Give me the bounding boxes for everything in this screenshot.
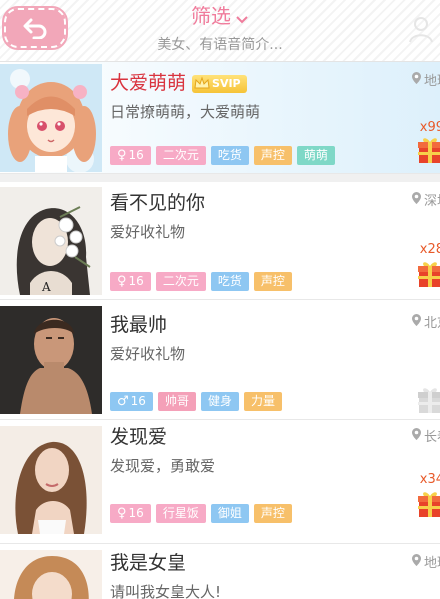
list-item[interactable]: 大爱萌萌SVIP 日常撩萌萌，大爱萌萌 ♀16 二次元 吃货 声控 萌萌 地球 … xyxy=(0,62,440,174)
interest-tag: 帅哥 xyxy=(157,392,196,411)
interest-tag: 力量 xyxy=(243,392,282,411)
user-name: 看不见的你 xyxy=(110,192,206,214)
gender-age-tag: ♀ 16 xyxy=(110,146,151,165)
filter-summary: 美女、有语音简介... xyxy=(157,36,283,53)
tag-row: ♀ 16 二次元 吃货 声控 xyxy=(110,272,292,291)
avatar[interactable] xyxy=(0,550,102,599)
interest-tag: 吃货 xyxy=(210,146,249,165)
location: 长春 xyxy=(411,426,440,445)
age-label: 16 xyxy=(128,506,144,520)
interest-tag: 声控 xyxy=(253,504,292,523)
location-text: 深圳 xyxy=(423,194,440,209)
location: 地球 xyxy=(411,552,440,571)
age-label: 16 xyxy=(130,394,146,408)
page-title: 筛选 xyxy=(110,3,330,31)
avatar[interactable] xyxy=(0,64,102,172)
location: 深圳 xyxy=(411,190,440,209)
female-icon: ♀ xyxy=(117,148,127,163)
gender-age-tag: ♀ 16 xyxy=(110,504,151,523)
list-item[interactable]: 我最帅 爱好收礼物 ♂16 帅哥 健身 力量 北京 xyxy=(0,300,440,420)
gift-box-icon[interactable] xyxy=(418,260,440,288)
avatar[interactable]: A xyxy=(0,187,102,295)
interest-tag: 二次元 xyxy=(155,272,206,291)
interest-tag: 吃货 xyxy=(210,272,249,291)
chevron-down-icon xyxy=(235,5,249,31)
location-pin-icon xyxy=(411,313,422,331)
svip-badge: SVIP xyxy=(192,74,247,96)
location-text: 地球 xyxy=(423,74,440,89)
location-pin-icon xyxy=(411,553,422,571)
back-arrow-icon xyxy=(23,18,47,39)
signature: 爱好收礼物 xyxy=(110,345,186,363)
interest-tag: 声控 xyxy=(253,272,292,291)
avatar[interactable] xyxy=(0,426,102,534)
gender-age-tag: ♀ 16 xyxy=(110,272,151,291)
gift-box-icon[interactable] xyxy=(418,490,440,518)
user-outline-icon[interactable] xyxy=(406,14,436,44)
interest-tag: 声控 xyxy=(253,146,292,165)
list-item[interactable]: 发现爱 发现爱，勇敢爱 ♀16 行星饭 御姐 声控 长春 x34 xyxy=(0,420,440,544)
location: 北京 xyxy=(411,312,440,331)
user-name: 我最帅 xyxy=(110,314,168,336)
location-text: 北京 xyxy=(423,316,440,331)
interest-tag: 行星饭 xyxy=(155,504,206,523)
interest-tag: 二次元 xyxy=(155,146,206,165)
list-item[interactable]: 我是女皇 请叫我女皇大人! 地球 xyxy=(0,544,440,599)
avatar[interactable] xyxy=(0,306,102,414)
top-bar: 筛选 美女、有语音简介... xyxy=(0,0,440,62)
location-text: 长春 xyxy=(423,430,440,445)
location: 地球 xyxy=(411,70,440,89)
page-title-text: 筛选 xyxy=(191,4,231,28)
list-item[interactable]: A 看不见的你 爱好收礼物 ♀16 二次元 吃货 声控 深圳 x28 xyxy=(0,182,440,300)
gift-count: x34 xyxy=(419,472,440,487)
signature: 日常撩萌萌，大爱萌萌 xyxy=(110,103,261,121)
female-icon: ♀ xyxy=(117,274,127,289)
age-label: 16 xyxy=(128,274,144,288)
location-pin-icon xyxy=(411,71,422,89)
user-list: 大爱萌萌SVIP 日常撩萌萌，大爱萌萌 ♀16 二次元 吃货 声控 萌萌 地球 … xyxy=(0,62,440,599)
interest-tag: 健身 xyxy=(200,392,239,411)
gift-count: x99 xyxy=(419,120,440,135)
user-name: 我是女皇 xyxy=(110,552,187,574)
tag-row: ♀ 16 行星饭 御姐 声控 xyxy=(110,504,292,523)
male-icon: ♂ xyxy=(117,394,129,409)
gift-box-icon[interactable] xyxy=(418,386,440,414)
signature: 发现爱，勇敢爱 xyxy=(110,457,216,475)
crown-icon xyxy=(194,75,210,96)
signature: 请叫我女皇大人! xyxy=(110,583,222,599)
user-name: 发现爱 xyxy=(110,426,168,448)
age-label: 16 xyxy=(128,148,144,162)
signature: 爱好收礼物 xyxy=(110,223,186,241)
back-button[interactable] xyxy=(2,6,68,50)
filter-dropdown[interactable]: 筛选 美女、有语音简介... xyxy=(110,3,330,55)
tag-row: ♂ 16 帅哥 健身 力量 xyxy=(110,392,282,411)
tag-row: ♀ 16 二次元 吃货 声控 萌萌 xyxy=(110,146,335,165)
svip-label: SVIP xyxy=(212,76,241,90)
gift-count: x28 xyxy=(419,242,440,257)
location-pin-icon xyxy=(411,191,422,209)
svg-text:A: A xyxy=(41,280,51,294)
female-icon: ♀ xyxy=(117,506,127,521)
location-text: 地球 xyxy=(423,556,440,571)
location-pin-icon xyxy=(411,427,422,445)
user-name: 大爱萌萌 SVIP xyxy=(110,70,247,96)
interest-tag: 御姐 xyxy=(210,504,249,523)
interest-tag: 萌萌 xyxy=(296,146,335,165)
gift-box-icon[interactable] xyxy=(418,136,440,164)
divider xyxy=(0,174,440,182)
gender-age-tag: ♂ 16 xyxy=(110,392,153,411)
user-name-text: 大爱萌萌 xyxy=(110,72,187,94)
